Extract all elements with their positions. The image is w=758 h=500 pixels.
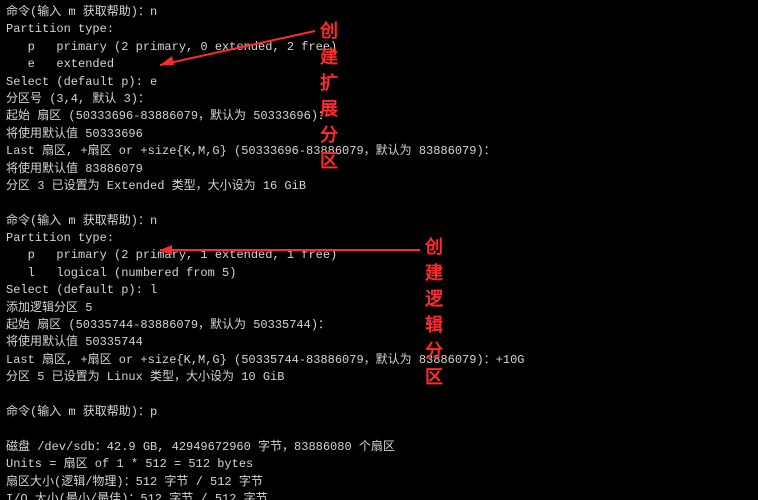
cmd-line: 命令(输入 m 获取帮助)：n [6, 4, 752, 21]
sector-size: 扇区大小(逻辑/物理)：512 字节 / 512 字节 [6, 474, 752, 491]
annotation-text: 创建扩展分区 [320, 18, 338, 175]
blank [6, 387, 752, 404]
use-default-2: 将使用默认值 83886079 [6, 161, 752, 178]
ptype-extended: e extended [6, 56, 752, 73]
cmd-line: 命令(输入 m 获取帮助)：n [6, 213, 752, 230]
first-sector: 起始 扇区 (50333696-83886079，默认为 50333696)： [6, 108, 752, 125]
first-sector: 起始 扇区 (50335744-83886079，默认为 50335744)： [6, 317, 752, 334]
io-size: I/O 大小(最小/最佳)：512 字节 / 512 字节 [6, 491, 752, 500]
partition-type-header: Partition type: [6, 21, 752, 38]
partition-set: 分区 3 已设置为 Extended 类型，大小设为 16 GiB [6, 178, 752, 195]
terminal[interactable]: 命令(输入 m 获取帮助)：n Partition type: p primar… [0, 0, 758, 500]
use-default-1: 将使用默认值 50333696 [6, 126, 752, 143]
blank [6, 421, 752, 438]
disk-info: 磁盘 /dev/sdb：42.9 GB, 42949672960 字节，8388… [6, 439, 752, 456]
select-line: Select (default p): l [6, 282, 752, 299]
cmd-line: 命令(输入 m 获取帮助)：p [6, 404, 752, 421]
last-sector: Last 扇区, +扇区 or +size{K,M,G} (50335744-8… [6, 352, 752, 369]
select-line: Select (default p): e [6, 74, 752, 91]
partition-set: 分区 5 已设置为 Linux 类型，大小设为 10 GiB [6, 369, 752, 386]
add-logical: 添加逻辑分区 5 [6, 300, 752, 317]
use-default-1: 将使用默认值 50335744 [6, 334, 752, 351]
ptype-primary: p primary (2 primary, 0 extended, 2 free… [6, 39, 752, 56]
partition-number: 分区号 (3,4, 默认 3)： [6, 91, 752, 108]
ptype-logical: l logical (numbered from 5) [6, 265, 752, 282]
annotation-text: 创建逻辑分区 [425, 234, 443, 391]
blank [6, 195, 752, 212]
units: Units = 扇区 of 1 * 512 = 512 bytes [6, 456, 752, 473]
last-sector: Last 扇区, +扇区 or +size{K,M,G} (50333696-8… [6, 143, 752, 160]
